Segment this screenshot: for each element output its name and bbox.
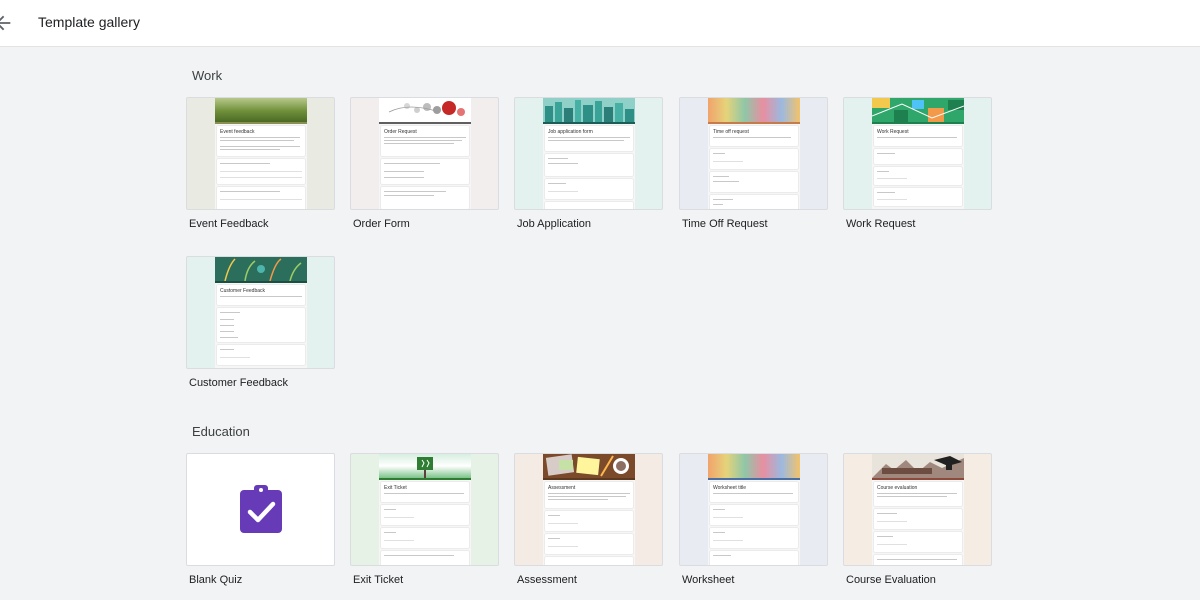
form-title: Job application form (548, 129, 593, 135)
template-label: Course Evaluation (846, 574, 936, 586)
template-label: Time Off Request (682, 218, 768, 230)
back-arrow-icon[interactable] (0, 12, 14, 34)
template-card-customer-feedback[interactable]: Customer Feedback Customer Feedback (186, 256, 335, 389)
template-card-blank-quiz[interactable]: Blank Quiz (186, 453, 335, 586)
template-card-order-form[interactable]: Order Request Order Form (350, 97, 499, 230)
template-card-worksheet[interactable]: Worksheet title Worksheet (679, 453, 828, 586)
template-label: Blank Quiz (189, 574, 243, 586)
template-thumbnail: Exit Ticket (350, 453, 499, 566)
template-card-assessment[interactable]: Assessment Assessment (514, 453, 663, 586)
clipboard-check-icon (240, 485, 282, 533)
template-thumbnail: Event feedback (186, 97, 335, 210)
template-label: Order Form (353, 218, 410, 230)
template-card-time-off-request[interactable]: Time off request Time Off Request (679, 97, 828, 230)
template-thumbnail: Worksheet title (679, 453, 828, 566)
template-card-event-feedback[interactable]: Event feedback Event Feedback (186, 97, 335, 230)
template-label: Job Application (517, 218, 591, 230)
template-label: Assessment (517, 574, 577, 586)
city-skyline-header-image (545, 100, 634, 122)
template-label: Worksheet (682, 574, 735, 586)
floral-header-image (388, 101, 465, 116)
form-title: Time off request (713, 129, 749, 135)
template-label: Exit Ticket (353, 574, 404, 586)
section-title-work: Work (192, 68, 223, 83)
graduation-header-image (872, 456, 964, 478)
form-title: Order Request (384, 129, 417, 135)
form-title: Course evaluation (877, 485, 918, 491)
template-thumbnail: Job application form (514, 97, 663, 210)
template-thumbnail: Work Request (843, 97, 992, 210)
form-title: Assessment (548, 485, 576, 491)
form-title: Customer Feedback (220, 288, 266, 294)
template-thumbnail: Time off request (679, 97, 828, 210)
form-title: Worksheet title (713, 485, 746, 491)
template-label: Event Feedback (189, 218, 269, 230)
template-thumbnail: Assessment (514, 453, 663, 566)
form-title: Event feedback (220, 129, 255, 135)
plant-header-image (224, 258, 302, 282)
page-title: Template gallery (38, 14, 140, 30)
form-title: Exit Ticket (384, 485, 407, 491)
section-title-education: Education (192, 424, 250, 439)
template-card-course-evaluation[interactable]: Course evaluation Course Evaluation (843, 453, 992, 586)
template-label: Work Request (846, 218, 916, 230)
pattern-header-image (871, 98, 965, 122)
top-bar: Template gallery (0, 0, 1200, 47)
form-title: Work Request (877, 129, 909, 135)
template-card-work-request[interactable]: Work Request Work Request (843, 97, 992, 230)
template-card-job-application[interactable]: Job application form Job Application (514, 97, 663, 230)
template-thumbnail (186, 453, 335, 566)
template-label: Customer Feedback (189, 377, 289, 389)
desk-header-image (545, 454, 629, 477)
template-card-exit-ticket[interactable]: Exit Ticket Exit Ticket (350, 453, 499, 586)
exit-sign-header-image (417, 457, 433, 478)
template-thumbnail: Order Request (350, 97, 499, 210)
template-thumbnail: Customer Feedback (186, 256, 335, 369)
template-thumbnail: Course evaluation (843, 453, 992, 566)
